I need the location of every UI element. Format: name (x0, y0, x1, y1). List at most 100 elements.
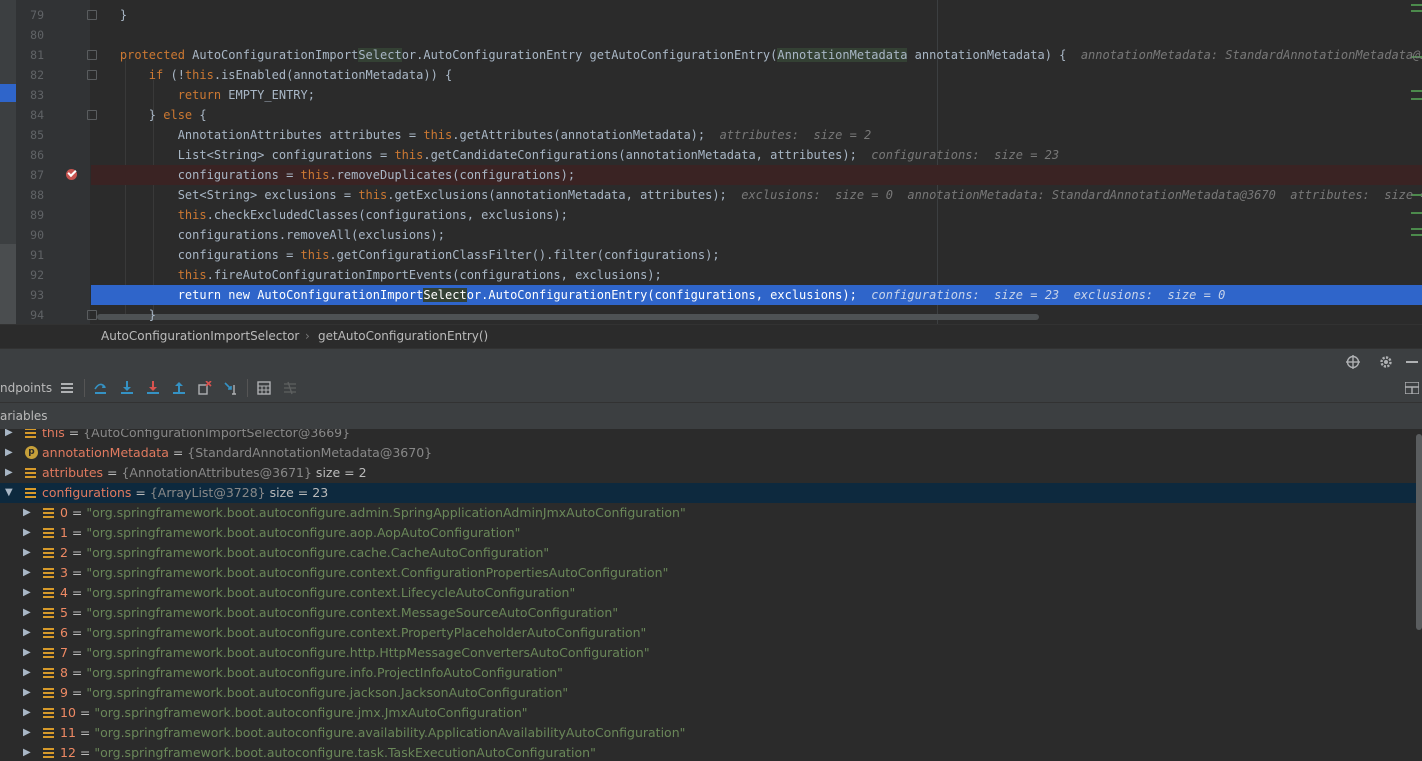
item-text: 1 = "org.springframework.boot.autoconfig… (60, 523, 520, 543)
endpoints-tab-label[interactable]: ndpoints (0, 381, 52, 395)
expand-arrow-icon[interactable]: ▶ (5, 463, 15, 483)
list-item[interactable]: ▶ 12 = "org.springframework.boot.autoconf… (0, 743, 1416, 761)
variables-tab-label[interactable]: ariables (0, 409, 48, 423)
code-token: attributes: size = 2 (719, 128, 872, 142)
expand-arrow-icon[interactable]: ▶ (23, 663, 33, 683)
crosshair-icon[interactable] (1346, 355, 1360, 369)
step-out-icon[interactable] (172, 381, 186, 395)
item-text: 2 = "org.springframework.boot.autoconfig… (60, 543, 549, 563)
expand-arrow-icon[interactable]: ▶ (23, 503, 33, 523)
expand-arrow-icon[interactable]: ▶ (23, 543, 33, 563)
code-token: this (423, 128, 453, 142)
expand-arrow-icon[interactable]: ▶ (23, 643, 33, 663)
item-text: 7 = "org.springframework.boot.autoconfig… (60, 643, 650, 663)
code-token: .fireAutoConfigurationImportEvents(confi… (206, 268, 662, 282)
variable-row[interactable]: ▶ attributes = {AnnotationAttributes@3671… (0, 463, 1416, 483)
list-item[interactable]: ▶ 0 = "org.springframework.boot.autoconfi… (0, 503, 1416, 523)
expand-arrow-icon[interactable]: ▶ (23, 583, 33, 603)
code-line[interactable]: Set<String> exclusions = this.getExclusi… (91, 185, 1422, 205)
item-text: 0 = "org.springframework.boot.autoconfig… (60, 503, 686, 523)
menu-lines-icon[interactable] (61, 383, 73, 393)
item-value: "org.springframework.boot.autoconfigure.… (86, 585, 576, 600)
equals-sign: = (168, 445, 188, 460)
code-token: .removeDuplicates(configurations); (329, 168, 576, 182)
line-number: 85 (30, 128, 44, 142)
list-item[interactable]: ▶ 2 = "org.springframework.boot.autoconfi… (0, 543, 1416, 563)
expand-arrow-icon[interactable]: ▶ (23, 723, 33, 743)
field-icon (43, 688, 54, 698)
variable-value: {StandardAnnotationMetadata@3670} (187, 445, 433, 460)
list-item[interactable]: ▶ 9 = "org.springframework.boot.autoconfi… (0, 683, 1416, 703)
code-line[interactable]: configurations = this.getConfigurationCl… (91, 245, 1422, 265)
code-token: this (177, 208, 207, 222)
expand-arrow-icon[interactable]: ▶ (5, 443, 15, 463)
field-icon (43, 528, 54, 538)
expand-arrow-icon[interactable]: ▶ (23, 603, 33, 623)
code-line[interactable]: AnnotationAttributes attributes = this.g… (91, 125, 1422, 145)
step-into-icon[interactable] (120, 381, 134, 395)
run-to-cursor-icon[interactable] (224, 381, 239, 395)
variables-tree[interactable]: ▶ this = {AutoConfigurationImportSelector… (0, 429, 1416, 761)
gear-icon[interactable] (1379, 355, 1393, 369)
code-line[interactable]: } (91, 5, 1422, 25)
variable-row[interactable]: ▶ this = {AutoConfigurationImportSelector… (0, 429, 1416, 443)
item-value: "org.springframework.boot.autoconfigure.… (86, 665, 563, 680)
code-line[interactable]: } (91, 305, 1422, 324)
field-icon (43, 648, 54, 658)
code-line[interactable]: if (!this.isEnabled(annotationMetadata))… (91, 65, 1422, 85)
expand-arrow-icon[interactable]: ▶ (23, 563, 33, 583)
code-line[interactable]: configurations.removeAll(exclusions); (91, 225, 1422, 245)
breadcrumb-separator: › (305, 329, 310, 343)
item-value: "org.springframework.boot.autoconfigure.… (94, 705, 528, 720)
expand-arrow-icon[interactable]: ▶ (5, 429, 15, 443)
expand-arrow-icon[interactable]: ▶ (23, 623, 33, 643)
list-item[interactable]: ▶ 3 = "org.springframework.boot.autoconfi… (0, 563, 1416, 583)
code-line[interactable]: configurations = this.removeDuplicates(c… (91, 165, 1422, 185)
breadcrumb-method[interactable]: getAutoConfigurationEntry() (318, 329, 488, 343)
expand-arrow-icon[interactable]: ▶ (23, 683, 33, 703)
code-line[interactable]: List<String> configurations = this.getCa… (91, 145, 1422, 165)
list-item[interactable]: ▶ 7 = "org.springframework.boot.autoconfi… (0, 643, 1416, 663)
item-index: 7 (60, 645, 68, 660)
expand-arrow-icon[interactable]: ▶ (23, 743, 33, 761)
code-line[interactable]: this.checkExcludedClasses(configurations… (91, 205, 1422, 225)
code-line[interactable]: this.fireAutoConfigurationImportEvents(c… (91, 265, 1422, 285)
force-step-into-icon[interactable] (146, 381, 160, 395)
drop-frame-icon[interactable] (198, 381, 212, 395)
code-token: } (91, 308, 157, 322)
list-item[interactable]: ▶ 10 = "org.springframework.boot.autoconf… (0, 703, 1416, 723)
code-token: AutoConfigurationImport (257, 288, 424, 302)
list-item[interactable]: ▶ 4 = "org.springframework.boot.autoconfi… (0, 583, 1416, 603)
evaluate-expression-icon[interactable] (257, 381, 271, 395)
variable-row[interactable]: ▼ configurations = {ArrayList@3728} size … (0, 483, 1416, 503)
code-token: AnnotationMetadata (777, 48, 908, 62)
code-line[interactable] (91, 25, 1422, 45)
collapse-arrow-icon[interactable]: ▼ (5, 483, 15, 503)
layout-icon[interactable] (1405, 382, 1419, 394)
minimize-icon[interactable] (1406, 361, 1418, 363)
breakpoint-icon[interactable] (66, 167, 77, 180)
expand-arrow-icon[interactable]: ▶ (23, 523, 33, 543)
code-line[interactable]: return new AutoConfigurationImportSelect… (91, 285, 1422, 305)
code-line[interactable]: protected AutoConfigurationImportSelecto… (91, 45, 1422, 65)
code-token: .isEnabled(annotationMetadata)) { (213, 68, 453, 82)
list-item[interactable]: ▶ 6 = "org.springframework.boot.autoconfi… (0, 623, 1416, 643)
list-item[interactable]: ▶ 1 = "org.springframework.boot.autoconfi… (0, 523, 1416, 543)
breadcrumb-class[interactable]: AutoConfigurationImportSelector (101, 329, 299, 343)
code-line[interactable]: } else { (91, 105, 1422, 125)
list-item[interactable]: ▶ 5 = "org.springframework.boot.autoconfi… (0, 603, 1416, 623)
expand-arrow-icon[interactable]: ▶ (23, 703, 33, 723)
list-item[interactable]: ▶ 11 = "org.springframework.boot.autoconf… (0, 723, 1416, 743)
list-item[interactable]: ▶ 8 = "org.springframework.boot.autoconfi… (0, 663, 1416, 683)
line-number-gutter: 79 80 81 82 83 84 85 86 87 88 89 90 91 92 93 94 (16, 0, 90, 324)
variables-header: ariables (0, 403, 1422, 429)
code-token: protected (119, 48, 193, 62)
item-text: 6 = "org.springframework.boot.autoconfig… (60, 623, 646, 643)
code-token: } (91, 8, 128, 22)
code-editor[interactable]: 79 80 81 82 83 84 85 86 87 88 89 90 91 92 93 94 } prote… (0, 0, 1422, 324)
code-line[interactable]: return EMPTY_ENTRY; (91, 85, 1422, 105)
step-over-icon[interactable] (93, 381, 108, 395)
variable-row[interactable]: ▶ p annotationMetadata = {StandardAnnotati… (0, 443, 1416, 463)
vertical-scrollbar[interactable] (1416, 434, 1422, 630)
